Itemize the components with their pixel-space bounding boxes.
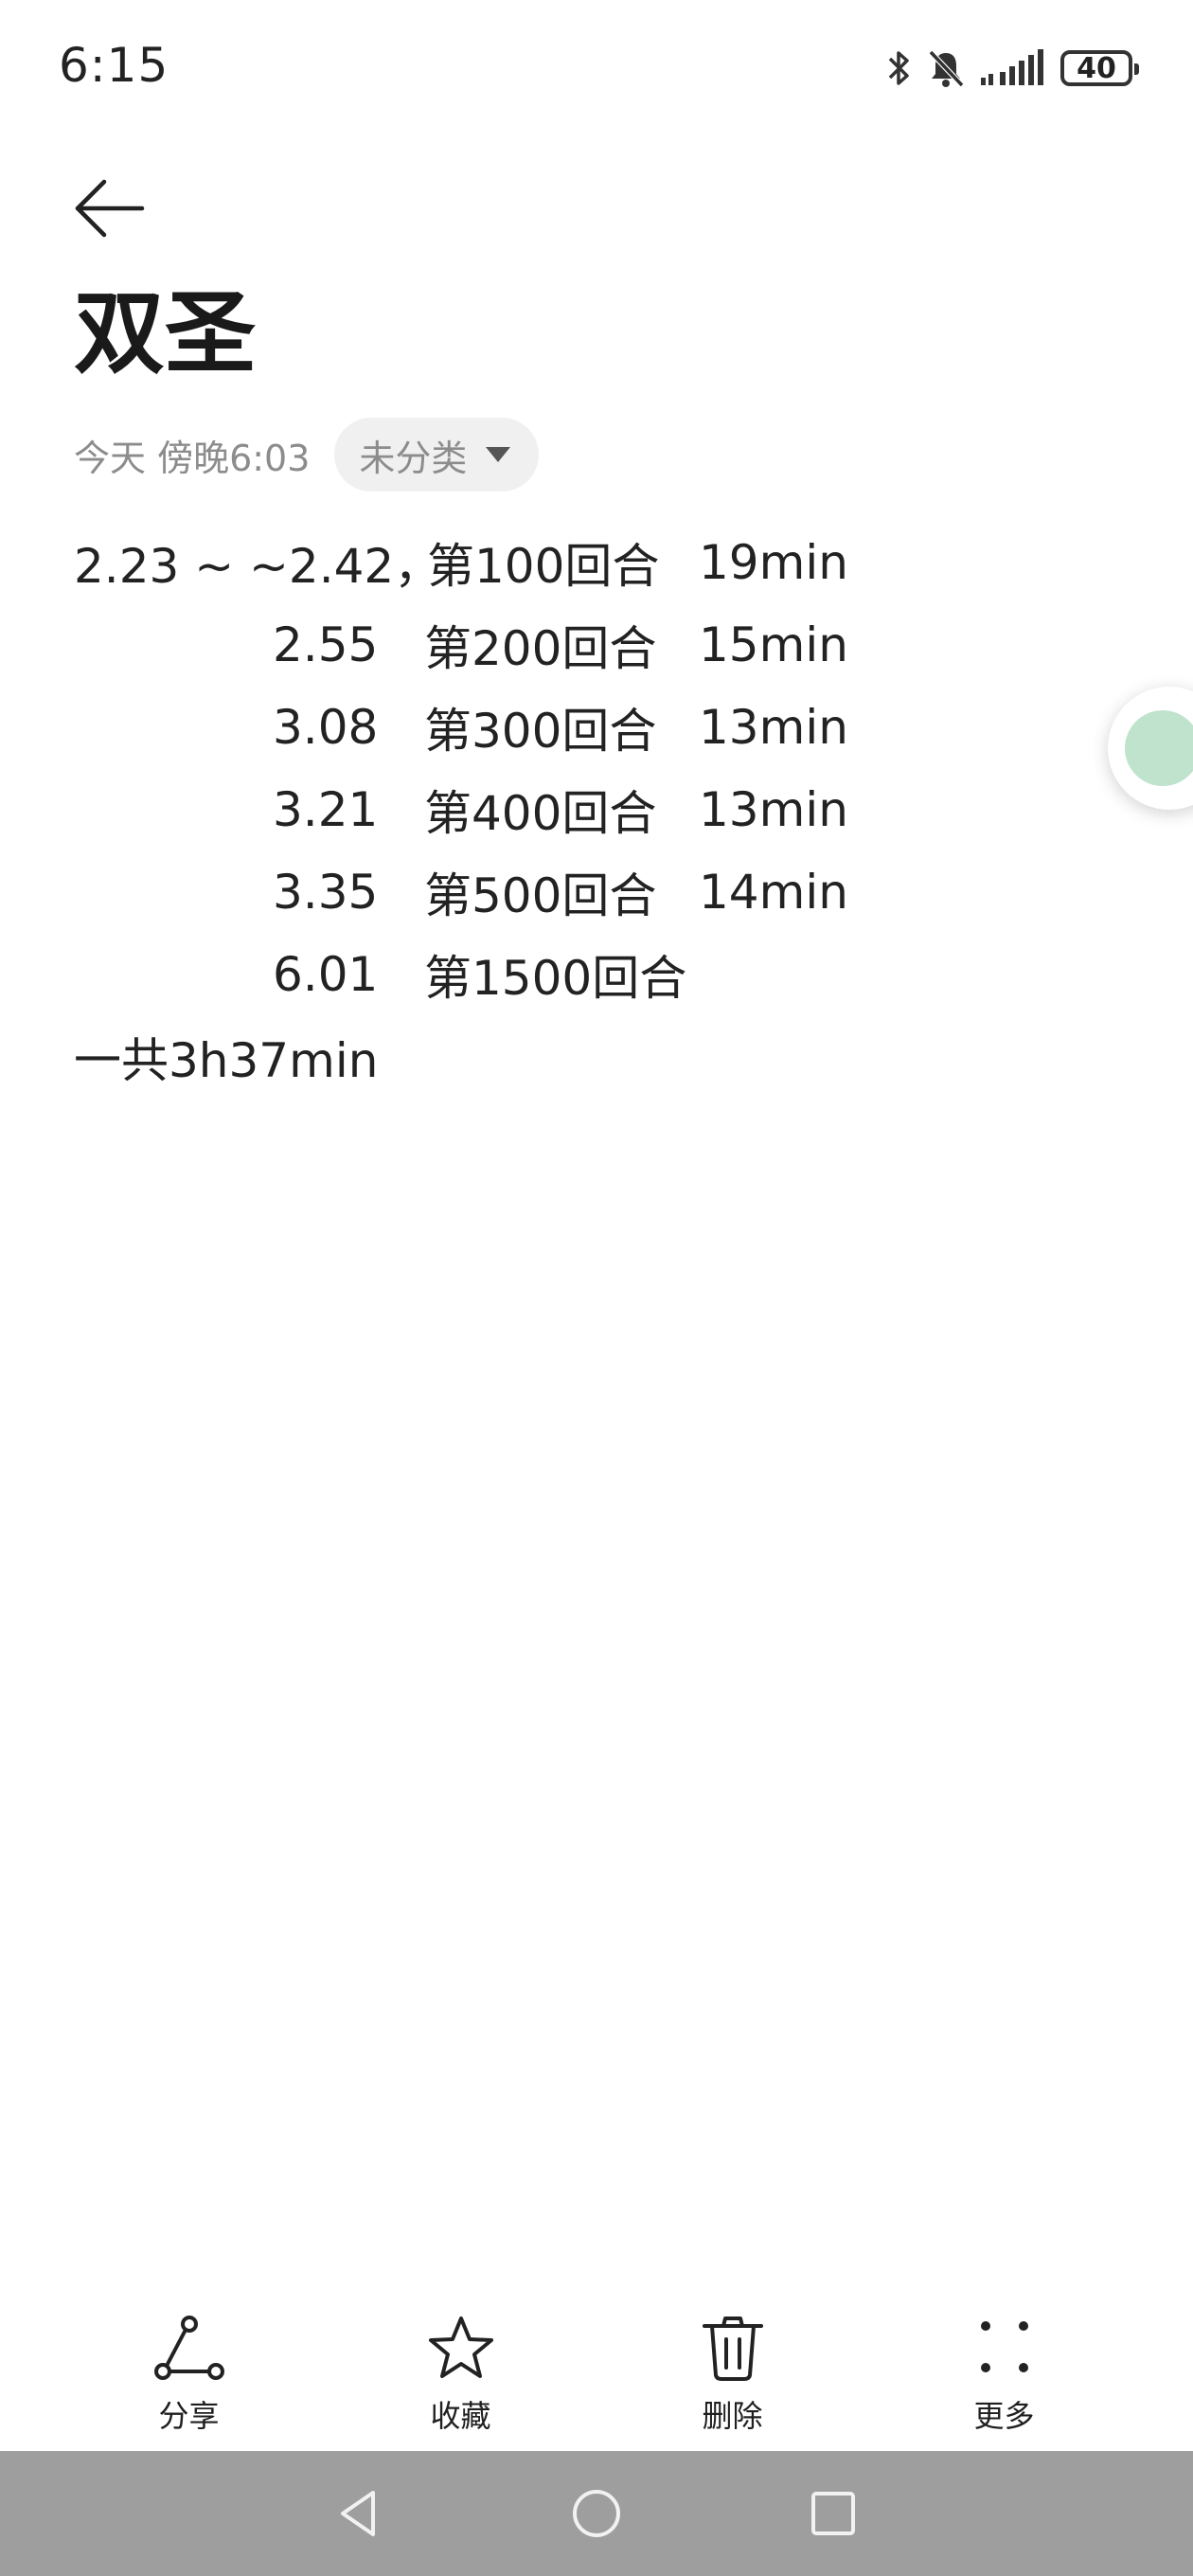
share-button[interactable]: 分享 bbox=[114, 2313, 265, 2436]
recents-square-icon bbox=[811, 2492, 855, 2535]
more-dots-icon bbox=[980, 2321, 1028, 2372]
share-icon bbox=[153, 2316, 224, 2380]
share-label: 分享 bbox=[158, 2398, 220, 2434]
note-text: 13min bbox=[699, 699, 848, 755]
note-text: 6.01 bbox=[273, 946, 379, 1002]
note-text: 3.21 bbox=[273, 781, 379, 837]
more-button[interactable]: 更多 bbox=[929, 2313, 1080, 2436]
note-line: 3.08 第300回合 13min bbox=[74, 686, 1115, 768]
category-label: 未分类 bbox=[359, 437, 468, 479]
status-time: 6:15 bbox=[59, 38, 169, 93]
note-text: 14min bbox=[699, 864, 848, 920]
category-dropdown[interactable]: 未分类 bbox=[334, 418, 540, 492]
nav-back-button[interactable] bbox=[331, 2485, 388, 2542]
favorite-button[interactable]: 收藏 bbox=[385, 2313, 537, 2436]
note-line: 3.35 第500回合 14min bbox=[74, 850, 1115, 933]
note-text: 第1500回合 bbox=[424, 950, 687, 1006]
nav-recents-button[interactable] bbox=[805, 2485, 862, 2542]
trash-icon bbox=[702, 2317, 763, 2381]
battery-icon: 40 bbox=[1060, 50, 1139, 86]
note-line: 一共3h37min bbox=[74, 1015, 1115, 1098]
note-text: 第100回合 bbox=[427, 538, 660, 594]
delete-label: 删除 bbox=[702, 2398, 763, 2434]
back-triangle-icon bbox=[341, 2491, 375, 2536]
bluetooth-icon bbox=[888, 51, 909, 85]
status-bar: 6:15 40 bbox=[0, 0, 1193, 133]
more-label: 更多 bbox=[973, 2398, 1035, 2434]
note-line: 6.01 第1500回合 bbox=[74, 933, 1115, 1015]
floating-assistant-handle[interactable] bbox=[1108, 687, 1193, 810]
note-text: 第200回合 bbox=[424, 620, 657, 676]
home-circle-icon bbox=[573, 2490, 620, 2537]
mute-bell-icon bbox=[928, 49, 965, 88]
delete-button[interactable]: 删除 bbox=[657, 2313, 809, 2436]
note-text: 19min bbox=[699, 534, 848, 590]
note-text: 2.55 bbox=[273, 617, 379, 672]
note-text: 15min bbox=[699, 617, 848, 672]
note-text: 3.08 bbox=[273, 699, 379, 755]
back-button[interactable] bbox=[68, 170, 155, 246]
note-meta: 今天 傍晚6:03 未分类 bbox=[74, 417, 540, 492]
note-line: 2.23 ~ ~2.42， 第100回合 19min bbox=[74, 521, 1115, 603]
note-body[interactable]: 2.23 ~ ~2.42， 第100回合 19min 2.55 第200回合 1… bbox=[74, 521, 1115, 1098]
star-icon bbox=[428, 2317, 493, 2378]
note-text: 第400回合 bbox=[424, 785, 657, 841]
favorite-label: 收藏 bbox=[430, 2398, 491, 2434]
note-text: 3.35 bbox=[273, 864, 379, 920]
status-icons: 40 bbox=[884, 42, 1139, 95]
bottom-toolbar: 分享 收藏 删除 更多 bbox=[0, 2292, 1193, 2453]
battery-level: 40 bbox=[1077, 51, 1116, 85]
note-date: 今天 傍晚6:03 bbox=[74, 437, 311, 479]
nav-home-button[interactable] bbox=[568, 2485, 625, 2542]
note-line: 3.21 第400回合 13min bbox=[74, 768, 1115, 850]
note-text: 13min bbox=[699, 781, 848, 837]
signal-icon bbox=[981, 49, 1043, 85]
caret-down-icon bbox=[486, 447, 511, 462]
note-text: 第500回合 bbox=[424, 868, 657, 923]
assistant-bubble-icon bbox=[1125, 710, 1193, 786]
arrow-left-icon bbox=[75, 179, 145, 238]
note-line: 2.55 第200回合 15min bbox=[74, 603, 1115, 686]
note-text: 第300回合 bbox=[424, 703, 657, 759]
note-summary: 一共3h37min bbox=[74, 1032, 379, 1088]
navigation-bar bbox=[0, 2451, 1193, 2576]
note-text: 2.23 ~ ~2.42， bbox=[74, 538, 442, 594]
note-title[interactable]: 双圣 bbox=[74, 283, 256, 385]
